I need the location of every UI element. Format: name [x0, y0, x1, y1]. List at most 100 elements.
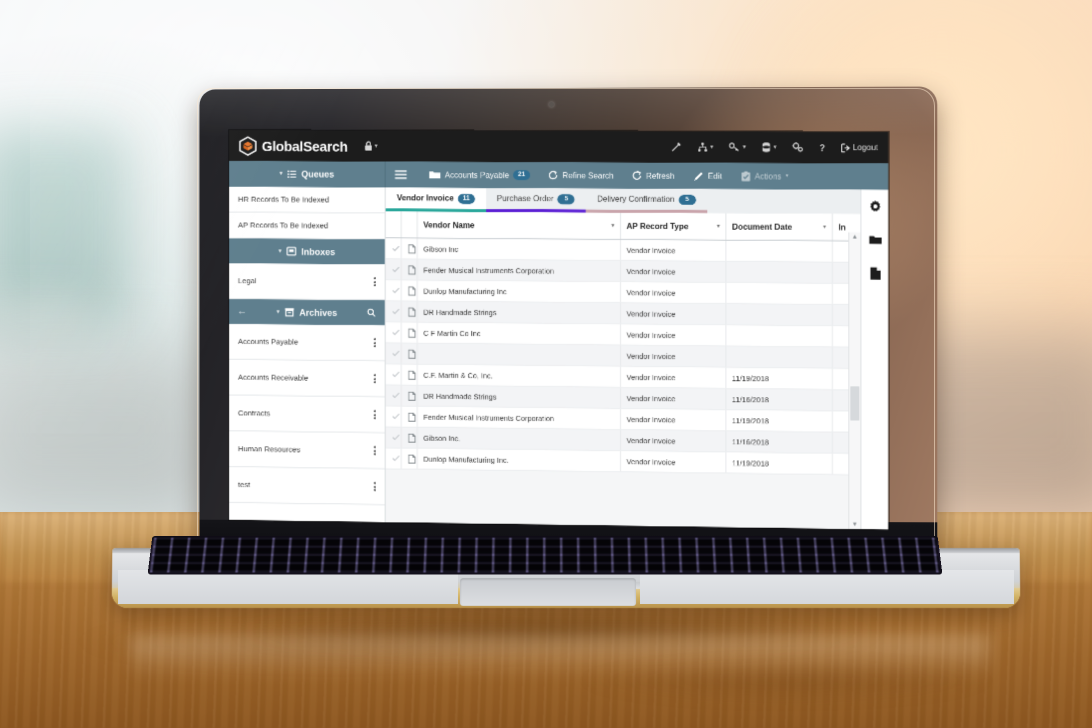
toolbar-actions: Accounts Payable 21 Refine Search Refres… — [386, 162, 888, 190]
sidebar-item-label: Human Resources — [237, 444, 301, 455]
row-document-icon[interactable] — [400, 426, 417, 449]
row-document-icon[interactable] — [400, 384, 417, 407]
cell-document-date: 11/16/2018 — [725, 430, 832, 454]
sidebar-item-human-resources[interactable]: Human Resources — [229, 431, 385, 470]
refresh-label: Refresh — [646, 171, 675, 181]
sidebar-item-hr-records[interactable]: HR Records To Be Indexed — [229, 186, 385, 214]
sidebar-item-test[interactable]: test — [229, 467, 385, 506]
row-document-icon[interactable] — [400, 321, 417, 344]
refresh-button[interactable]: Refresh — [623, 170, 684, 180]
queues-toolbar-header[interactable]: ▾ Queues — [229, 160, 386, 188]
cell-document-date — [725, 261, 832, 284]
gear-icon[interactable] — [868, 200, 881, 213]
current-archive[interactable]: Accounts Payable 21 — [420, 170, 539, 181]
vertical-scrollbar[interactable]: ▲ ▼ — [848, 232, 861, 530]
row-document-icon[interactable] — [400, 363, 417, 386]
security-lock-menu[interactable]: ▾ — [364, 140, 378, 151]
row-document-icon[interactable] — [400, 342, 417, 365]
row-check-icon[interactable] — [385, 300, 401, 322]
tab-label: Delivery Confirmation — [597, 194, 675, 204]
help-icon[interactable]: ? — [819, 142, 825, 152]
archive-count-badge: 21 — [513, 170, 531, 181]
row-check-icon[interactable] — [385, 447, 401, 469]
row-check-icon[interactable] — [385, 384, 401, 406]
results-grid: Vendor Name ▾ AP Record Type ▾ Document … — [385, 211, 861, 530]
chevron-down-icon[interactable]: ▾ — [611, 222, 614, 229]
actions-menu[interactable]: Actions ▾ — [731, 170, 798, 181]
sidebar-section-inboxes[interactable]: ▾ Inboxes — [229, 238, 385, 265]
kebab-menu-icon[interactable] — [373, 338, 376, 348]
wand-icon[interactable] — [671, 141, 682, 152]
logout-button[interactable]: Logout — [840, 142, 878, 152]
trackpad[interactable] — [459, 578, 637, 606]
edit-button[interactable]: Edit — [684, 170, 732, 181]
tabs-filler — [707, 188, 861, 214]
sidebar-item-contracts[interactable]: Contracts — [229, 395, 385, 434]
sidebar-section-archives[interactable]: ← ▾ Archives — [229, 299, 385, 326]
row-document-icon[interactable] — [400, 447, 417, 470]
workflow-icon[interactable]: ▾ — [697, 142, 713, 153]
database-icon[interactable]: ▾ — [761, 141, 777, 153]
kebab-menu-icon[interactable] — [373, 410, 376, 420]
row-check-icon[interactable] — [385, 342, 401, 364]
main-panel: Vendor Invoice 11 Purchase Order 5 Deliv… — [385, 187, 861, 530]
row-document-icon[interactable] — [400, 300, 417, 323]
sidebar-item-accounts-payable[interactable]: Accounts Payable — [229, 323, 385, 362]
key-caret: ▾ — [742, 144, 746, 151]
column-header-ap-record-type[interactable]: AP Record Type ▾ — [619, 212, 726, 241]
row-document-icon[interactable] — [400, 405, 417, 428]
cell-ap-record-type: Vendor Invoice — [619, 323, 726, 347]
sidebar-item-label: Accounts Payable — [237, 336, 299, 347]
keyboard[interactable] — [147, 535, 943, 575]
cell-ap-record-type: Vendor Invoice — [619, 366, 726, 389]
grid-empty-area — [385, 469, 861, 530]
row-document-icon[interactable] — [400, 238, 417, 260]
row-check-icon[interactable] — [385, 279, 401, 301]
search-icon[interactable] — [367, 308, 376, 318]
sidebar-item-ap-records[interactable]: AP Records To Be Indexed — [229, 212, 385, 240]
tab-purchase-order[interactable]: Purchase Order 5 — [485, 187, 586, 213]
select-all-header[interactable] — [385, 211, 401, 239]
database-caret: ▾ — [773, 144, 777, 151]
inbox-icon — [286, 247, 296, 256]
kebab-menu-icon[interactable] — [373, 446, 376, 456]
kebab-menu-icon[interactable] — [373, 277, 376, 287]
refresh-icon — [632, 171, 642, 181]
settings-gears-icon[interactable] — [792, 142, 804, 153]
sidebar-section-title: Archives — [299, 307, 338, 318]
screen-viewport: GlobalSearch ▾ ▾ ▾ ▾ ? Logout ▾ Queues A… — [229, 130, 889, 530]
row-check-icon[interactable] — [385, 321, 401, 343]
chevron-down-icon[interactable]: ▾ — [717, 223, 720, 230]
row-check-icon[interactable] — [385, 426, 401, 448]
row-document-icon[interactable] — [400, 259, 417, 281]
lock-caret: ▾ — [374, 143, 378, 150]
key-icon[interactable]: ▾ — [729, 142, 746, 153]
row-document-icon[interactable] — [400, 280, 417, 302]
chevron-down-icon[interactable]: ▾ — [823, 223, 826, 230]
document-icon[interactable] — [869, 267, 880, 280]
sidebar-item-accounts-receivable[interactable]: Accounts Receivable — [229, 359, 385, 398]
hamburger-icon[interactable] — [395, 170, 420, 180]
sidebar-item-label: HR Records To Be Indexed — [237, 194, 330, 205]
sidebar-item-legal[interactable]: Legal — [229, 263, 385, 301]
row-check-icon[interactable] — [385, 363, 401, 385]
row-check-icon[interactable] — [385, 237, 401, 260]
folder-icon[interactable] — [868, 234, 882, 245]
row-check-icon[interactable] — [385, 258, 401, 281]
tab-delivery-confirmation[interactable]: Delivery Confirmation 5 — [585, 188, 708, 214]
kebab-menu-icon[interactable] — [373, 374, 376, 384]
cell-document-date — [725, 324, 832, 347]
scrollbar-thumb[interactable] — [850, 386, 860, 421]
webcam — [549, 102, 555, 108]
tab-vendor-invoice[interactable]: Vendor Invoice 11 — [385, 187, 486, 213]
scroll-up-arrow[interactable]: ▲ — [849, 232, 860, 241]
cell-ap-record-type: Vendor Invoice — [619, 281, 726, 304]
column-header-vendor-name[interactable]: Vendor Name ▾ — [416, 211, 620, 240]
kebab-menu-icon[interactable] — [373, 482, 376, 492]
refine-search-button[interactable]: Refine Search — [539, 170, 622, 180]
cell-vendor-name: C F Martin Co Inc — [416, 322, 620, 346]
back-arrow-icon[interactable]: ← — [237, 306, 247, 317]
column-header-document-date[interactable]: Document Date ▾ — [725, 213, 832, 241]
row-check-icon[interactable] — [385, 405, 401, 427]
scroll-down-arrow[interactable]: ▼ — [849, 520, 860, 529]
